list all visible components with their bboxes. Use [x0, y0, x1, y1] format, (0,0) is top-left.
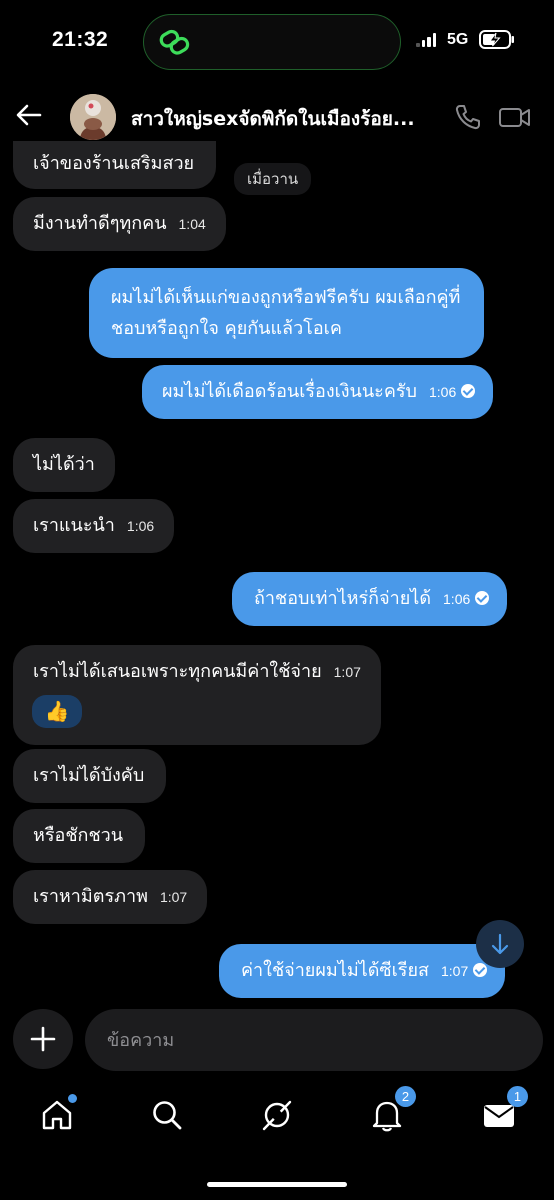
message-outgoing[interactable]: ผมไม่ได้เห็นแก่ของถูกหรือฟรีครับ ผมเลือก… [89, 268, 485, 358]
tab-notifications[interactable]: 2 [370, 1086, 416, 1132]
message-time: 1:07 [333, 664, 361, 680]
chat-header: สาวใหญ่sexจัดพิกัดในเมืองร้อย... [0, 88, 554, 144]
messages-badge: 1 [507, 1086, 528, 1107]
home-unread-dot [68, 1094, 77, 1103]
message-text: เราแนะนำ [33, 515, 115, 536]
message-outgoing[interactable]: ค่าใช้จ่ายผมไม่ได้ซีเรียส 1:07 [219, 944, 506, 998]
thumbs-up-reaction[interactable]: 👍 [32, 695, 82, 728]
message-incoming[interactable]: มีงานทำดีๆทุกคน 1:04 [13, 197, 226, 251]
phone-icon[interactable] [453, 102, 483, 132]
message-text: มีงานทำดีๆทุกคน [33, 213, 167, 234]
video-call-icon[interactable] [498, 102, 532, 132]
message-time: 1:04 [178, 216, 206, 232]
message-time: 1:06 [428, 384, 457, 400]
signal-icon [416, 33, 436, 47]
message-input[interactable] [85, 1009, 543, 1071]
message-incoming[interactable]: เราหามิตรภาพ 1:07 [13, 870, 208, 924]
avatar[interactable] [70, 94, 116, 140]
search-icon [153, 1101, 182, 1130]
back-arrow-icon[interactable] [14, 100, 44, 130]
status-time: 21:32 [52, 28, 109, 51]
dynamic-island [143, 14, 401, 70]
network-label: 5G [447, 31, 469, 48]
home-indicator [207, 1182, 347, 1187]
read-check-icon [461, 384, 476, 398]
read-check-icon [475, 591, 490, 605]
conversation-title[interactable]: สาวใหญ่sexจัดพิกัดในเมืองร้อย... [131, 104, 439, 134]
tab-messages[interactable]: 1 [482, 1086, 528, 1132]
message-incoming[interactable]: เราแนะนำ 1:06 [13, 499, 175, 553]
message-incoming[interactable]: เราไม่ได้บังคับ [13, 749, 167, 803]
message-time: 1:07 [441, 963, 469, 979]
message-text: เราหามิตรภาพ [33, 886, 148, 907]
message-time: 1:07 [159, 889, 188, 905]
tab-home[interactable] [40, 1094, 77, 1132]
tab-search[interactable] [150, 1098, 184, 1132]
battery-charging-icon [479, 30, 514, 49]
message-time: 1:06 [126, 518, 155, 534]
arrow-down-icon [491, 933, 509, 955]
message-text: ผมไม่ได้เดือดร้อนเรื่องเงินนะครับ [162, 381, 417, 402]
link-app-icon [159, 29, 190, 55]
plus-icon [30, 1026, 56, 1052]
add-attachment-button[interactable] [13, 1009, 73, 1069]
message-outgoing[interactable]: ถ้าชอบเท่าไหร่ก็จ่ายได้ 1:06 [232, 572, 508, 626]
scroll-to-bottom-button[interactable] [476, 920, 524, 968]
message-incoming[interactable]: เจ้าของร้านเสริมสวย [13, 141, 217, 189]
message-text: เจ้าของร้านเสริมสวย [33, 153, 195, 174]
message-text: เราไม่ได้บังคับ [33, 765, 145, 786]
message-text: ชอบหรือถูกใจ คุยกันแล้วโอเค [111, 318, 342, 339]
bottom-tab-bar: 2 1 [0, 1086, 554, 1150]
day-separator: เมื่อวาน [234, 163, 312, 195]
message-incoming[interactable]: ไม่ได้ว่า [13, 438, 115, 492]
message-text: ผมไม่ได้เห็นแก่ของถูกหรือฟรีครับ ผมเลือก… [111, 287, 461, 308]
message-text: เราไม่ได้เสนอเพราะทุกคนมีค่าใช้จ่าย [33, 661, 322, 682]
message-text: ค่าใช้จ่ายผมไม่ได้ซีเรียส [241, 960, 429, 981]
message-time: 1:06 [443, 591, 471, 607]
home-icon [42, 1100, 72, 1130]
message-text: หรือชักชวน [33, 825, 124, 846]
notifications-badge: 2 [395, 1086, 416, 1107]
message-text: ถ้าชอบเท่าไหร่ก็จ่ายได้ [254, 588, 432, 609]
message-outgoing[interactable]: ผมไม่ได้เดือดร้อนเรื่องเงินนะครับ 1:06 [142, 365, 494, 419]
message-incoming[interactable]: หรือชักชวน [13, 809, 146, 863]
status-bar: 21:32 5G [0, 0, 554, 84]
tab-grok[interactable] [260, 1098, 294, 1132]
message-text: ไม่ได้ว่า [33, 454, 95, 475]
grok-icon [262, 1100, 292, 1131]
